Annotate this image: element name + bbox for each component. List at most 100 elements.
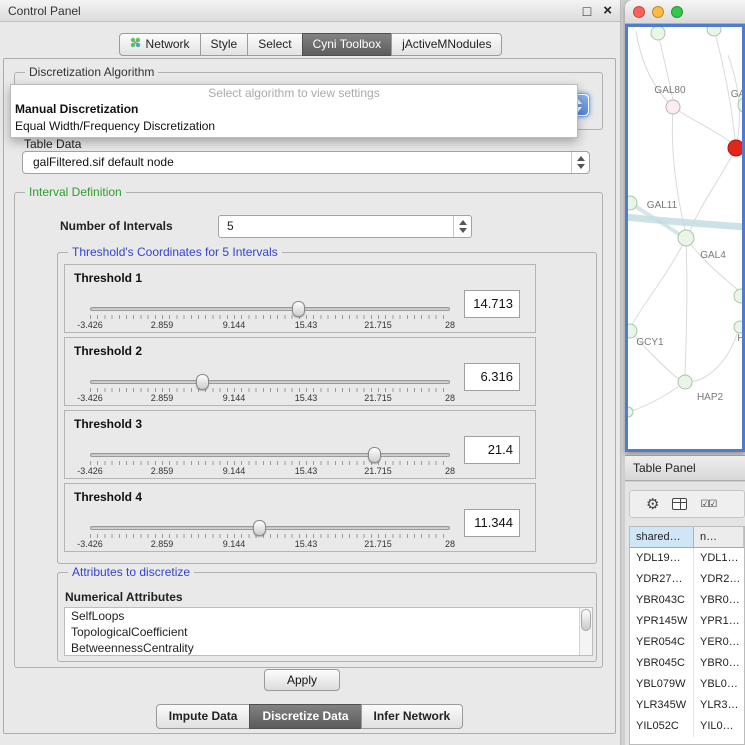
minimize-traffic-light[interactable] [652,6,664,18]
table-row[interactable]: YIL052CYIL0… [630,716,744,737]
tab-impute-data[interactable]: Impute Data [156,704,251,729]
algorithm-dropdown-popup: Select algorithm to view settings Manual… [10,84,578,138]
threshold-value-field[interactable]: 14.713 [464,290,520,318]
network-node[interactable] [707,27,721,36]
columns-icon[interactable] [672,498,687,510]
scale-label: -3.426 [77,393,103,403]
threshold-label: Threshold 1 [74,271,142,285]
numerical-attributes-label: Numerical Attributes [65,590,183,604]
slider-track[interactable] [90,380,450,384]
table-cell: YDL19… [630,548,694,569]
node-label: H [737,333,742,344]
tab-label: Network [146,37,190,51]
table-body: YDL19…YDL1…YDR27…YDR2…YBR043CYBR0…YPR145… [630,548,744,737]
scrollbar-thumb[interactable] [581,609,591,631]
threshold-slider[interactable]: -3.4262.8599.14415.4321.71528 [90,520,450,550]
column-header[interactable]: n… [694,527,744,547]
table-cell: YIL0… [694,716,744,737]
table-cell: YER0… [694,632,744,653]
network-node[interactable] [728,140,742,156]
popup-option[interactable]: Manual Discretization [11,101,577,118]
threshold-value-field[interactable]: 21.4 [464,436,520,464]
tab-discretize-data[interactable]: Discretize Data [249,704,361,729]
slider-ticks [90,534,450,538]
tab-style[interactable]: Style [200,33,249,56]
table-row[interactable]: YLR345WYLR3… [630,695,744,716]
network-view-window: GAL80GAGAL11GAL4GCY1HHAP2 [625,0,745,452]
network-node[interactable] [734,321,742,333]
table-data-value: galFiltered.sif default node [33,155,174,169]
control-panel-window: Control Panel □ × Network Style Select Cyni… [0,0,621,745]
table-row[interactable]: YPR145WYPR1… [630,611,744,632]
close-icon[interactable]: × [603,3,612,18]
threshold-value-field[interactable]: 11.344 [464,509,520,537]
tab-cyni-toolbox[interactable]: Cyni Toolbox [302,33,392,56]
table-row[interactable]: YDL19…YDL1… [630,548,744,569]
table-cell: YIL052C [630,716,694,737]
spinner-arrows-icon[interactable] [453,216,471,237]
table-cell: YBR043C [630,590,694,611]
tab-jactivemnodules[interactable]: jActiveMNodules [391,33,502,56]
threshold-slider[interactable]: -3.4262.8599.14415.4321.71528 [90,301,450,331]
slider-track[interactable] [90,453,450,457]
select-columns-icon[interactable]: ☑☑ [700,499,716,510]
threshold-slider[interactable]: -3.4262.8599.14415.4321.71528 [90,447,450,477]
network-node[interactable] [734,289,742,303]
slider-thumb[interactable] [196,374,209,390]
slider-track[interactable] [90,526,450,530]
scrollbar[interactable] [579,608,592,655]
network-node[interactable] [628,407,633,417]
table-row[interactable]: YDR27…YDR2… [630,569,744,590]
network-canvas[interactable]: GAL80GAGAL11GAL4GCY1HHAP2 [625,24,745,452]
combobox-arrows-icon[interactable] [571,152,589,173]
float-window-icon[interactable]: □ [583,4,591,18]
tab-infer-network[interactable]: Infer Network [361,704,464,729]
tab-label: Style [211,37,238,51]
numerical-attributes-listbox[interactable]: SelfLoopsTopologicalCoefficientBetweenne… [64,607,593,656]
column-header[interactable]: shared… [630,527,694,547]
network-node[interactable] [628,324,637,338]
slider-track[interactable] [90,307,450,311]
slider-thumb[interactable] [368,447,381,463]
tab-label: Discretize Data [262,709,348,723]
number-of-intervals-spinner[interactable]: 5 [218,215,472,238]
close-traffic-light[interactable] [633,6,645,18]
network-node[interactable] [628,196,637,210]
control-panel-titlebar[interactable]: Control Panel □ × [0,0,620,22]
slider-ticks [90,461,450,465]
slider-thumb[interactable] [253,520,266,536]
network-edge [686,238,739,291]
algorithm-popup-options: Manual DiscretizationEqual Width/Frequen… [11,101,577,135]
threshold-panel: Threshold 2 -3.4262.8599.14415.4321.7152… [64,337,536,406]
attribute-item[interactable]: SelfLoops [65,608,592,624]
table-panel-header[interactable]: Table Panel [625,455,745,481]
table-row[interactable]: YER054CYER0… [630,632,744,653]
network-edge [673,107,734,145]
threshold-slider[interactable]: -3.4262.8599.14415.4321.71528 [90,374,450,404]
table-cell: YDR2… [694,569,744,590]
network-node[interactable] [666,100,680,114]
attribute-item[interactable]: BetweennessCentrality [65,640,592,656]
table-row[interactable]: YBR045CYBR0… [630,653,744,674]
network-node[interactable] [678,230,694,246]
network-edge [628,217,742,227]
network-window-titlebar[interactable] [625,0,745,24]
tab-select[interactable]: Select [247,33,302,56]
zoom-traffic-light[interactable] [671,6,683,18]
table-data-combobox[interactable]: galFiltered.sif default node [22,151,590,174]
slider-thumb[interactable] [292,301,305,317]
network-node[interactable] [678,375,692,389]
table-row[interactable]: YBR043CYBR0… [630,590,744,611]
group-title: Threshold's Coordinates for 5 Intervals [68,245,282,259]
threshold-value-field[interactable]: 6.316 [464,363,520,391]
table-row[interactable]: YBL079WYBL0… [630,674,744,695]
tab-network[interactable]: Network [119,33,201,56]
apply-button[interactable]: Apply [264,669,340,691]
tab-label: Select [258,37,291,51]
scale-label: -3.426 [77,539,103,549]
popup-option[interactable]: Equal Width/Frequency Discretization [11,118,577,135]
network-node[interactable] [651,27,665,40]
gear-icon[interactable]: ⚙ [646,497,659,512]
scale-label: 15.43 [295,320,318,330]
attribute-item[interactable]: TopologicalCoefficient [65,624,592,640]
